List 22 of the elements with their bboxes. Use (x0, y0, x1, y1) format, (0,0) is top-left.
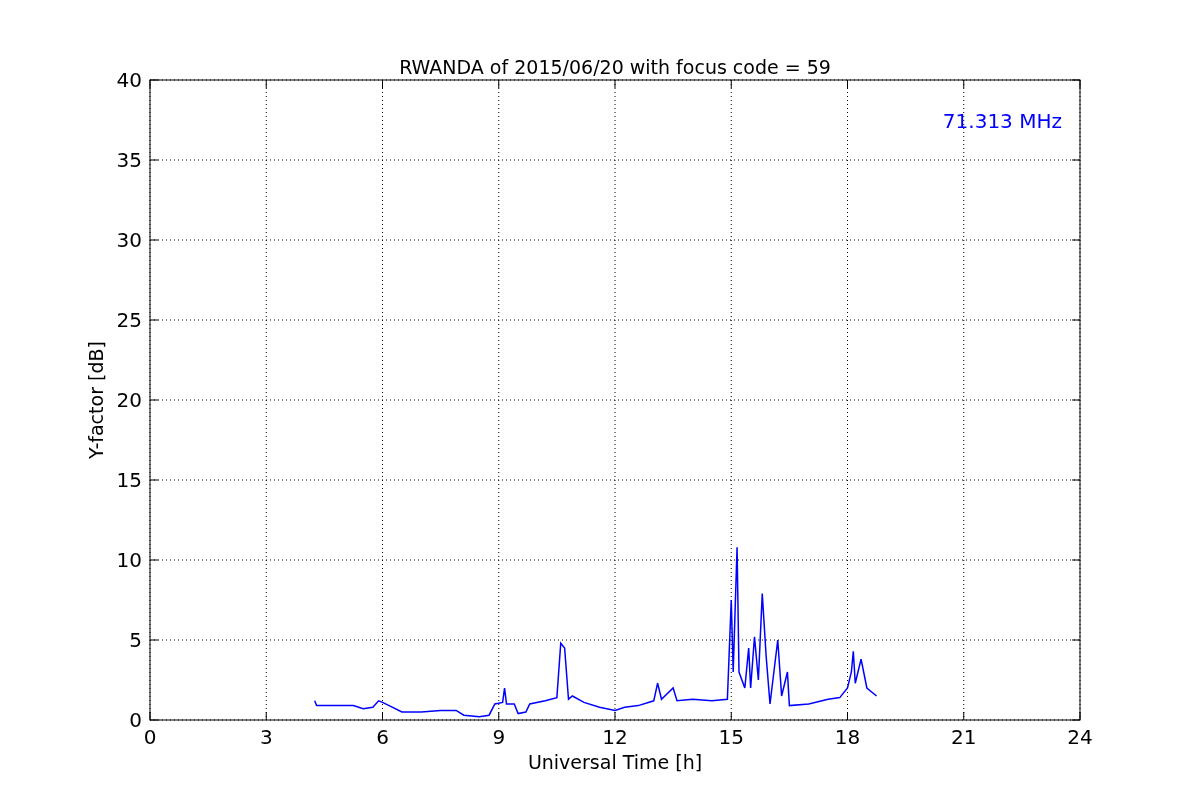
axis-tick-label: 15 (718, 725, 744, 749)
axis-tick-label: 0 (129, 708, 142, 732)
y-axis-label: Y-factor [dB] (85, 341, 107, 459)
axis-tick-label: 40 (116, 68, 142, 92)
axis-tick-label: 25 (116, 308, 142, 332)
x-axis-label: Universal Time [h] (527, 751, 703, 773)
axis-tick-label: 10 (116, 548, 142, 572)
series-label: 71.313 MHz (942, 109, 1062, 133)
axis-tick-label: 5 (129, 628, 142, 652)
axis-tick-label: 9 (492, 725, 506, 749)
chart-title: RWANDA of 2015/06/20 with focus code = 59 (399, 56, 831, 78)
axis-tick-label: 24 (1067, 725, 1093, 749)
axis-tick-label: 15 (116, 468, 142, 492)
axis-tick-label: 21 (951, 725, 977, 749)
axis-tick-label: 6 (376, 725, 389, 749)
axis-tick-label: 18 (834, 725, 861, 749)
axis-tick-label: 30 (116, 228, 142, 252)
axis-tick-label: 20 (116, 388, 142, 412)
axis-tick-label: 35 (116, 148, 142, 172)
axis-tick-label: 3 (259, 725, 273, 749)
axis-tick-label: 0 (143, 725, 157, 749)
axis-tick-label: 12 (602, 725, 628, 749)
